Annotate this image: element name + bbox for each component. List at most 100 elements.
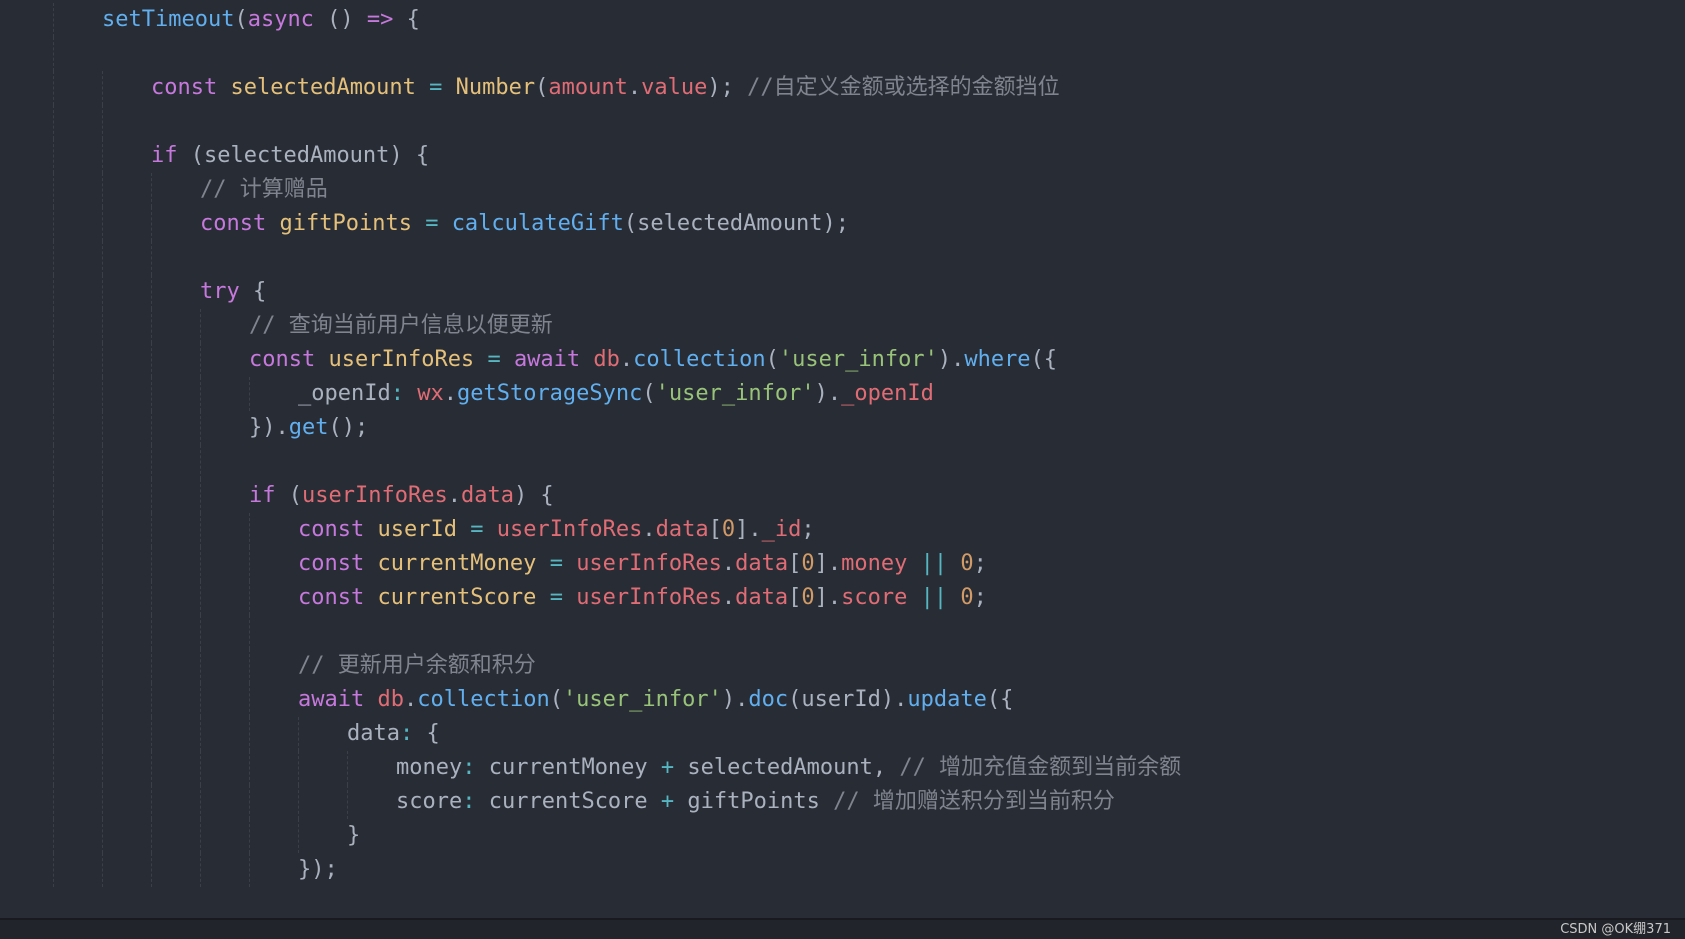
indent-guide	[53, 479, 54, 513]
code-line[interactable]: // 查询当前用户信息以便更新	[0, 309, 1685, 343]
code-line[interactable]: try {	[0, 275, 1685, 309]
indent-guide	[200, 785, 201, 819]
code-line[interactable]: data: {	[0, 717, 1685, 751]
code-line[interactable]	[0, 37, 1685, 71]
code-token: // 增加充值金额到当前余额	[899, 755, 1182, 780]
code-token: giftPoints	[279, 211, 412, 236]
code-token: 0	[960, 551, 974, 576]
indent-guide	[200, 683, 201, 717]
code-token: get	[288, 415, 329, 440]
code-line[interactable]	[0, 445, 1685, 479]
indent-guide	[151, 479, 152, 513]
code-token: ).	[814, 381, 842, 406]
code-editor[interactable]: setTimeout(async () => { const selectedAm…	[0, 0, 1685, 918]
code-token: 0	[721, 517, 736, 542]
code-token: giftPoints	[674, 789, 834, 814]
code-token: ()	[313, 7, 367, 32]
code-line[interactable]: const currentMoney = userInfoRes.data[0]…	[0, 547, 1685, 581]
indent-guide	[200, 649, 201, 683]
indent-guide	[200, 309, 201, 343]
code-token: userInfoRes	[576, 585, 722, 610]
code-token: currentScore	[377, 585, 537, 610]
indent-guide	[200, 751, 201, 785]
code-line[interactable]: await db.collection('user_infor').doc(us…	[0, 683, 1685, 717]
code-token: doc	[748, 687, 789, 712]
indent-guide	[53, 649, 54, 683]
code-token: .	[642, 517, 656, 542]
indent-guide	[53, 173, 54, 207]
indent-guide	[102, 581, 103, 615]
code-token: currentScore	[475, 789, 661, 814]
code-token: ].	[814, 585, 842, 610]
code-token: (	[275, 483, 302, 508]
indent-guide	[53, 683, 54, 717]
code-line[interactable]: money: currentMoney + selectedAmount, //…	[0, 751, 1685, 785]
indent-guide	[200, 479, 201, 513]
code-line[interactable]: if (userInfoRes.data) {	[0, 479, 1685, 513]
code-token: :	[462, 789, 476, 814]
code-token: (userId).	[788, 687, 908, 712]
code-token: (	[549, 687, 563, 712]
code-token: .	[627, 75, 642, 100]
code-token: money	[396, 755, 463, 780]
indent-guide	[53, 241, 54, 275]
code-token: ).	[937, 347, 965, 372]
indent-guide	[298, 819, 299, 853]
indent-guide	[347, 751, 348, 785]
code-line[interactable]: // 计算赠品	[0, 173, 1685, 207]
indent-guide	[249, 615, 250, 649]
code-line[interactable]: });	[0, 853, 1685, 887]
indent-guide	[151, 785, 152, 819]
code-token: ).	[721, 687, 749, 712]
indent-guide	[53, 547, 54, 581]
code-token: =	[549, 551, 563, 576]
code-token: );	[707, 75, 748, 100]
code-token: data	[460, 483, 514, 508]
indent-guide	[102, 173, 103, 207]
indent-guide	[102, 513, 103, 547]
indent-guide	[53, 819, 54, 853]
code-line[interactable]	[0, 105, 1685, 139]
indent-guide	[151, 683, 152, 717]
code-line[interactable]: _openId: wx.getStorageSync('user_infor')…	[0, 377, 1685, 411]
code-token: currentMoney	[377, 551, 537, 576]
indent-guide	[249, 785, 250, 819]
code-token: {	[239, 279, 267, 304]
code-token: =	[549, 585, 563, 610]
code-line[interactable]: if (selectedAmount) {	[0, 139, 1685, 173]
code-line[interactable]: score: currentScore + giftPoints // 增加赠送…	[0, 785, 1685, 819]
code-token: _openId	[841, 381, 934, 406]
code-line[interactable]: }	[0, 819, 1685, 853]
code-line[interactable]: const selectedAmount = Number(amount.val…	[0, 71, 1685, 105]
code-line[interactable]: const userInfoRes = await db.collection(…	[0, 343, 1685, 377]
code-token: await	[513, 347, 581, 372]
code-token: .	[721, 585, 736, 610]
code-token: where	[964, 347, 1031, 372]
indent-guide	[151, 445, 152, 479]
code-token: data	[735, 585, 789, 610]
code-line[interactable]: }).get();	[0, 411, 1685, 445]
status-bar: CSDN @OK绷371	[0, 918, 1685, 939]
indent-guide	[151, 819, 152, 853]
code-line[interactable]	[0, 241, 1685, 275]
indent-guide	[151, 581, 152, 615]
code-token: getStorageSync	[456, 381, 643, 406]
code-token: 'user_infor'	[562, 687, 722, 712]
indent-guide	[151, 649, 152, 683]
code-line[interactable]: // 更新用户余额和积分	[0, 649, 1685, 683]
code-line[interactable]: const giftPoints = calculateGift(selecte…	[0, 207, 1685, 241]
code-line[interactable]	[0, 615, 1685, 649]
code-line[interactable]: setTimeout(async () => {	[0, 3, 1685, 37]
code-token: {	[393, 7, 420, 32]
indent-guide	[200, 411, 201, 445]
indent-guide	[249, 717, 250, 751]
code-line[interactable]: const userId = userInfoRes.data[0]._id;	[0, 513, 1685, 547]
indent-guide	[102, 71, 103, 105]
code-line[interactable]: const currentScore = userInfoRes.data[0]…	[0, 581, 1685, 615]
